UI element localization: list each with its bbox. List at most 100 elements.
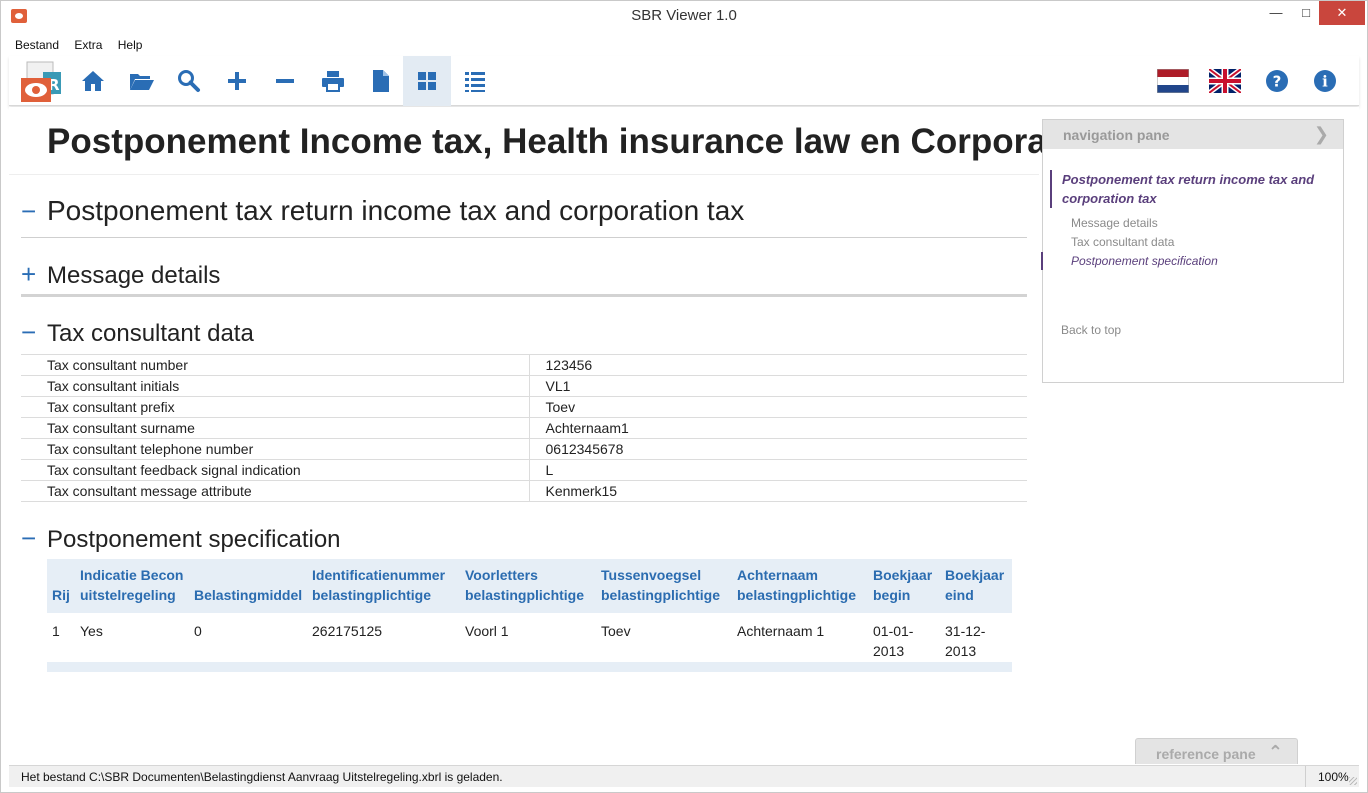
sbr-logo-icon: R bbox=[21, 61, 61, 102]
chevron-up-icon[interactable]: ⌃ bbox=[1268, 742, 1283, 763]
print-icon bbox=[322, 71, 344, 92]
column-header: Tussenvoegsel belastingplichtige bbox=[596, 559, 732, 613]
collapse-toggle[interactable]: − bbox=[21, 317, 47, 348]
section-tax-consultant: − Tax consultant data bbox=[21, 317, 254, 348]
print-button[interactable] bbox=[309, 56, 357, 106]
field-label: Tax consultant message attribute bbox=[21, 480, 529, 502]
field-value: VL1 bbox=[528, 375, 1027, 397]
section-postponement-tax-return: − Postponement tax return income tax and … bbox=[21, 195, 744, 227]
minus-icon bbox=[276, 79, 294, 83]
list-view-button[interactable] bbox=[451, 56, 499, 106]
grid-view-icon bbox=[418, 72, 436, 90]
list-view-icon bbox=[465, 72, 485, 92]
reference-pane-title: reference pane bbox=[1156, 746, 1256, 762]
column-header: Voorletters belastingplichtige bbox=[460, 559, 596, 613]
collapse-toggle[interactable]: − bbox=[21, 196, 47, 227]
reference-pane-tab[interactable]: reference pane ⌃ bbox=[1135, 738, 1298, 764]
section-title: Message details bbox=[47, 262, 221, 289]
app-window: SBR Viewer 1.0 — □ ✕ Bestand Extra Help … bbox=[0, 0, 1368, 793]
table-cell: 31-12-2013 bbox=[945, 623, 986, 659]
svg-text:?: ? bbox=[1273, 73, 1282, 91]
field-label: Tax consultant feedback signal indicatio… bbox=[21, 459, 529, 481]
menu-bestand[interactable]: Bestand bbox=[9, 34, 65, 56]
divider bbox=[9, 174, 1039, 175]
help-button[interactable]: ? bbox=[1253, 56, 1301, 106]
table-row: Tax consultant number 123456 bbox=[21, 354, 1027, 376]
minimize-button[interactable]: — bbox=[1263, 1, 1289, 25]
search-button[interactable] bbox=[165, 56, 213, 106]
document-button[interactable] bbox=[357, 56, 405, 106]
title-bar: SBR Viewer 1.0 — □ ✕ bbox=[1, 1, 1367, 32]
field-label: Tax consultant prefix bbox=[21, 396, 529, 418]
table-row: Tax consultant feedback signal indicatio… bbox=[21, 459, 1027, 481]
field-label: Tax consultant telephone number bbox=[21, 438, 529, 460]
table-row: 1 Yes 0 262175125 Voorl 1 Toev Achternaa… bbox=[47, 613, 1012, 667]
maximize-button[interactable]: □ bbox=[1293, 1, 1319, 25]
section-message-details: + Message details bbox=[21, 259, 220, 290]
table-cell: Voorl 1 bbox=[465, 623, 509, 639]
language-nl-button[interactable] bbox=[1149, 56, 1197, 106]
tax-consultant-table: Tax consultant number 123456 Tax consulta… bbox=[21, 354, 1027, 502]
chevron-right-icon[interactable]: ❯ bbox=[1314, 124, 1329, 145]
plus-icon bbox=[228, 72, 246, 90]
section-postponement-specification: − Postponement specification bbox=[21, 523, 341, 554]
open-button[interactable] bbox=[117, 56, 165, 106]
table-row: Tax consultant initials VL1 bbox=[21, 375, 1027, 397]
table-cell: Toev bbox=[601, 623, 631, 639]
zoom-in-button[interactable] bbox=[213, 56, 261, 106]
toolbar: R ? i bbox=[9, 56, 1359, 106]
column-header: Boekjaar eind bbox=[940, 559, 1012, 613]
field-value: L bbox=[528, 459, 1027, 481]
info-icon: i bbox=[1314, 70, 1336, 92]
column-header: Belastingmiddel bbox=[189, 559, 307, 613]
menu-extra[interactable]: Extra bbox=[68, 34, 108, 56]
field-value: 123456 bbox=[528, 354, 1027, 376]
nav-link-postponement-specification[interactable]: Postponement specification bbox=[1071, 254, 1218, 268]
table-cell: 01-01-2013 bbox=[873, 623, 914, 659]
navigation-pane-title: navigation pane bbox=[1063, 127, 1170, 143]
collapse-toggle[interactable]: − bbox=[21, 523, 47, 554]
table-cell: 262175125 bbox=[312, 623, 383, 639]
field-value: 0612345678 bbox=[528, 438, 1027, 460]
info-button[interactable]: i bbox=[1301, 56, 1349, 106]
window-title: SBR Viewer 1.0 bbox=[631, 7, 737, 24]
home-icon bbox=[82, 71, 104, 91]
table-row: Tax consultant prefix Toev bbox=[21, 396, 1027, 418]
home-button[interactable] bbox=[69, 56, 117, 106]
column-header: Boekjaar begin bbox=[868, 559, 940, 613]
expand-toggle[interactable]: + bbox=[21, 259, 47, 290]
language-en-button[interactable] bbox=[1201, 56, 1249, 106]
column-header: Achternaam belastingplichtige bbox=[732, 559, 868, 613]
folder-open-icon bbox=[130, 74, 154, 90]
status-message: Het bestand C:\SBR Documenten\Belastingd… bbox=[21, 770, 503, 784]
postponement-specification-table: Rij Indicatie Becon uitstelregeling Bela… bbox=[47, 559, 1012, 667]
navigation-pane-header[interactable]: navigation pane ❯ bbox=[1043, 120, 1343, 149]
table-footer bbox=[47, 662, 1012, 672]
nav-link-tax-consultant-data[interactable]: Tax consultant data bbox=[1071, 235, 1174, 249]
back-to-top-link[interactable]: Back to top bbox=[1061, 323, 1121, 337]
grid-view-button[interactable] bbox=[403, 56, 451, 106]
table-cell: Achternaam 1 bbox=[737, 623, 825, 639]
divider bbox=[21, 294, 1027, 297]
flag-nl-icon bbox=[1157, 69, 1189, 93]
field-label: Tax consultant number bbox=[21, 354, 529, 376]
section-title: Postponement tax return income tax and c… bbox=[47, 195, 745, 226]
zoom-out-button[interactable] bbox=[261, 56, 309, 106]
field-label: Tax consultant surname bbox=[21, 417, 529, 439]
table-cell: Yes bbox=[80, 623, 103, 639]
document-view: Postponement Income tax, Health insuranc… bbox=[9, 107, 1359, 764]
column-header: Identificatienummer belastingplichtige bbox=[307, 559, 460, 613]
section-title: Tax consultant data bbox=[47, 320, 254, 347]
resize-grip-icon[interactable] bbox=[1349, 777, 1357, 785]
navigation-pane: navigation pane ❯ Postponement tax retur… bbox=[1041, 119, 1344, 383]
close-button[interactable]: ✕ bbox=[1319, 1, 1365, 25]
table-cell: 1 bbox=[52, 623, 60, 639]
field-value: Kenmerk15 bbox=[528, 480, 1027, 502]
nav-link-postponement-tax-return[interactable]: Postponement tax return income tax and c… bbox=[1050, 170, 1335, 208]
table-row: Tax consultant message attribute Kenmerk1… bbox=[21, 480, 1027, 502]
menu-bar: Bestand Extra Help bbox=[9, 34, 1359, 56]
nav-link-message-details[interactable]: Message details bbox=[1071, 216, 1158, 230]
menu-help[interactable]: Help bbox=[112, 34, 149, 56]
flag-uk-icon bbox=[1209, 69, 1241, 93]
help-icon: ? bbox=[1266, 70, 1288, 92]
